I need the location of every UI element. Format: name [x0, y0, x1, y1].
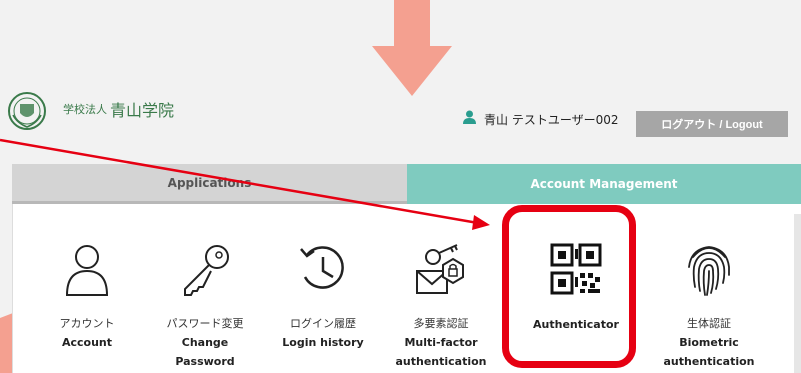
multifactor-item[interactable]: 多要素認証 Multi-factor authentication: [382, 204, 500, 373]
account-label-en: Account: [61, 336, 113, 349]
user-name: 青山 テストユーザー002: [484, 113, 619, 127]
login-history-item[interactable]: ログイン履歴 Login history: [264, 204, 382, 373]
history-icon: [300, 246, 344, 289]
biometric-label-en: Biometric authentication: [663, 336, 755, 368]
school-crest-logo: [8, 92, 46, 130]
key-icon: [184, 245, 229, 296]
header: 学校法人 青山学院 青山 テストユーザー002 ログアウト / Logout: [0, 84, 801, 164]
highlight-annotation: [502, 205, 636, 368]
vertical-scrollbar[interactable]: [794, 214, 801, 373]
multifactor-label-jp: 多要素認証: [413, 317, 469, 330]
account-management-panel: アカウント Account パスワード変更 Change Password ログ…: [12, 204, 801, 373]
logout-button[interactable]: ログアウト / Logout: [636, 111, 788, 137]
login-history-label-en: Login history: [282, 336, 364, 349]
school-name: 青山学院: [110, 101, 175, 120]
user-icon: [463, 110, 476, 124]
login-history-label-jp: ログイン履歴: [290, 317, 356, 330]
person-icon: [65, 245, 109, 296]
account-label-jp: アカウント: [59, 317, 115, 330]
account-item[interactable]: アカウント Account: [28, 204, 146, 373]
multifactor-label-en: Multi-factor authentication: [395, 336, 487, 368]
tab-applications[interactable]: Applications: [12, 164, 407, 204]
biometric-label-jp: 生体認証: [687, 317, 731, 330]
change-password-item[interactable]: パスワード変更 Change Password: [146, 204, 264, 373]
change-password-label-en: Change Password: [175, 336, 235, 368]
down-arrow-annotation: [372, 0, 452, 96]
change-password-label-jp: パスワード変更: [166, 317, 244, 330]
multifactor-icon: [416, 244, 464, 294]
tab-account-management[interactable]: Account Management: [407, 164, 801, 204]
fingerprint-icon: [688, 246, 730, 296]
biometric-item[interactable]: 生体認証 Biometric authentication: [650, 204, 768, 373]
tab-bar: Applications Account Management: [12, 164, 801, 204]
school-prefix: 学校法人: [63, 103, 107, 116]
